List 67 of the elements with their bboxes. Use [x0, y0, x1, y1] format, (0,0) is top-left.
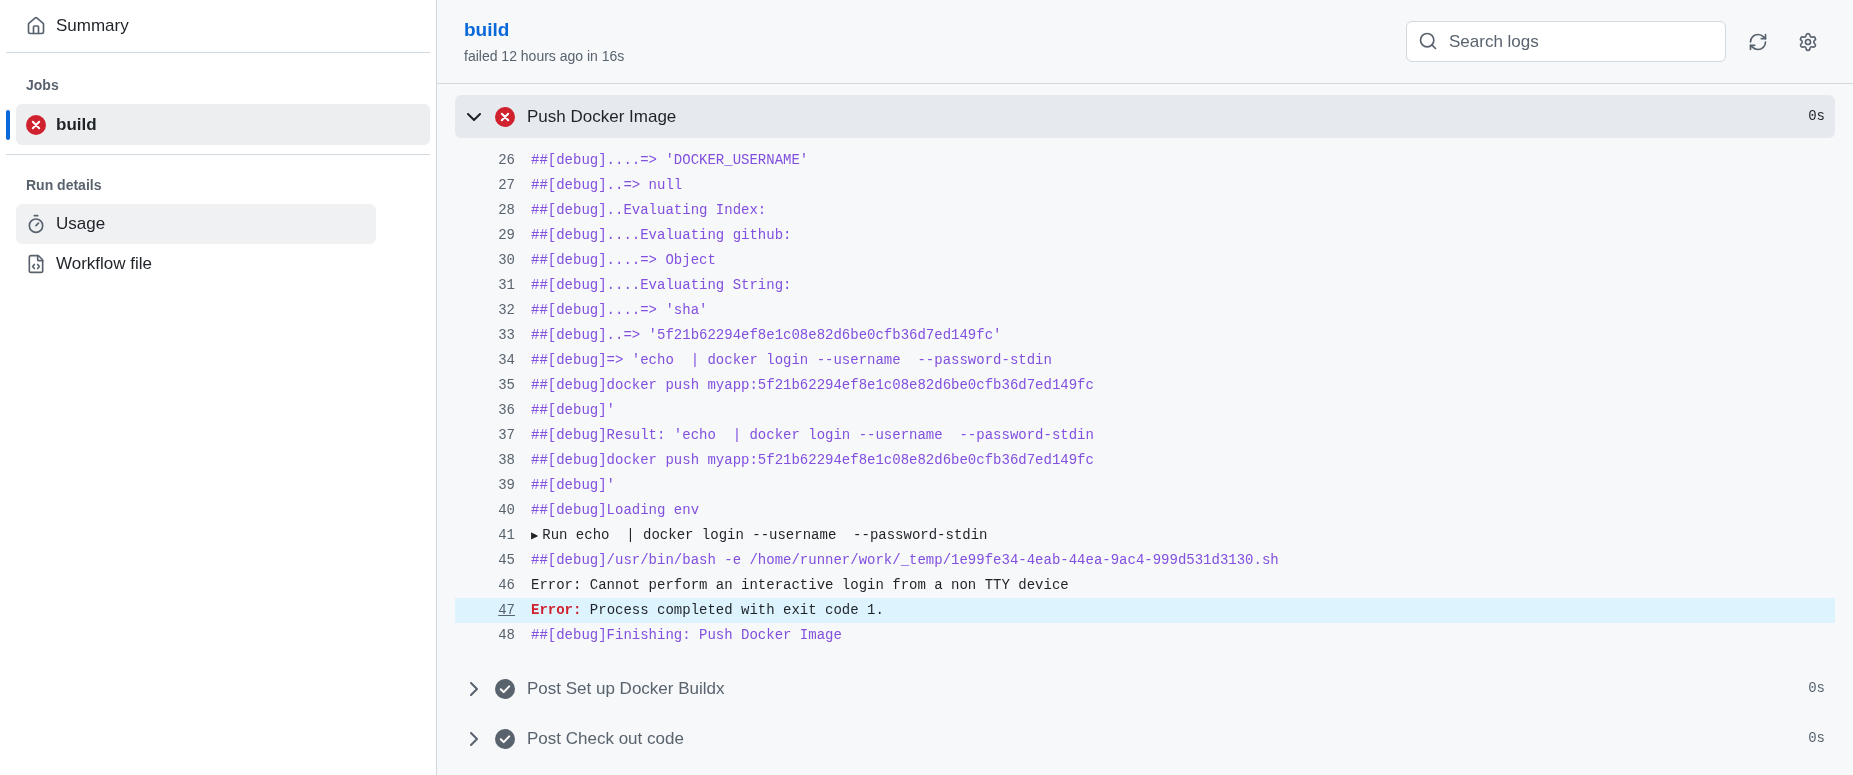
step-duration: 0s — [1808, 729, 1825, 748]
log-text: Error: Process completed with exit code 1. — [531, 601, 884, 620]
log-text: ##[debug]' — [531, 401, 615, 420]
step-header[interactable]: Post Set up Docker Buildx 0s — [455, 667, 1835, 710]
log-text: ##[debug]....Evaluating String: — [531, 276, 792, 295]
line-number[interactable]: 29 — [481, 225, 531, 246]
section-heading: Run details — [25, 176, 103, 195]
line-number[interactable]: 36 — [481, 400, 531, 421]
chevron-down-icon — [467, 112, 481, 121]
line-number[interactable]: 34 — [481, 350, 531, 371]
log-text: ##[debug]docker push myapp:5f21b62294ef8e1c08e82d6be0cfb36d7ed149fc — [531, 376, 1094, 395]
line-number[interactable]: 41 — [481, 525, 531, 546]
log-text: ##[debug]=> 'echo | docker login --username --password-stdin — [531, 351, 1052, 370]
log-text: Error: Cannot perform an interactive login from a non TTY device — [531, 576, 1069, 595]
chevron-right-icon — [470, 731, 478, 746]
line-number[interactable]: 45 — [481, 550, 531, 571]
line-number[interactable]: 39 — [481, 475, 531, 496]
line-number[interactable]: 32 — [481, 300, 531, 321]
search-icon — [1418, 31, 1438, 51]
file-code-icon — [26, 254, 46, 274]
stopwatch-icon — [26, 214, 46, 234]
step-name: Post Set up Docker Buildx — [527, 677, 726, 700]
line-number[interactable]: 27 — [481, 175, 531, 196]
home-icon — [26, 16, 46, 36]
line-number[interactable]: 38 — [481, 450, 531, 471]
log-text: ##[debug]....=> 'sha' — [531, 301, 708, 320]
log-text: ##[debug]..=> '5f21b62294ef8e1c08e82d6be0cfb36d7ed149fc' — [531, 326, 1002, 345]
line-number[interactable]: 47 — [481, 600, 531, 621]
line-number[interactable]: 35 — [481, 375, 531, 396]
line-number[interactable]: 30 — [481, 250, 531, 271]
refresh-icon — [1748, 31, 1768, 52]
line-number[interactable]: 37 — [481, 425, 531, 446]
log-group-toggle[interactable]: ▶ Run echo | docker login --username --password-stdin — [531, 525, 988, 546]
line-number[interactable]: 46 — [481, 575, 531, 596]
log-text: ##[debug]Loading env — [531, 501, 700, 520]
step-duration: 0s — [1808, 107, 1825, 126]
line-number[interactable]: 28 — [481, 200, 531, 221]
log-text: ##[debug]Result: 'echo | docker login --username --password-stdin — [531, 426, 1094, 445]
log-text: ##[debug]..Evaluating Index: — [531, 201, 767, 220]
search-field[interactable]: Search logs — [1406, 21, 1726, 62]
job-item[interactable]: build — [16, 104, 430, 145]
log-text: ##[debug]docker push myapp:5f21b62294ef8e1c08e82d6be0cfb36d7ed149fc — [531, 451, 1094, 470]
job-subtitle: failed 12 hours ago in 16s — [464, 47, 625, 67]
log-text: ##[debug]....=> Object — [531, 251, 716, 270]
log-text: ##[debug]....Evaluating github: — [531, 226, 792, 245]
step-name: Push Docker Image — [527, 105, 678, 128]
step-duration: 0s — [1808, 679, 1825, 698]
step-name: Post Check out code — [527, 727, 685, 750]
step-header[interactable]: Post Check out code 0s — [455, 717, 1835, 760]
sidebar-item[interactable]: Usage — [16, 204, 376, 244]
job-title[interactable]: build — [464, 15, 625, 45]
log-text: ##[debug]Finishing: Push Docker Image — [531, 626, 842, 645]
chevron-right-icon — [470, 681, 478, 696]
line-number[interactable]: 31 — [481, 275, 531, 296]
section-heading: Jobs — [25, 76, 60, 95]
step-header[interactable]: Push Docker Image 0s — [455, 95, 1835, 138]
summary-link[interactable]: Summary — [6, 8, 430, 44]
log-text: ##[debug]/usr/bin/bash -e /home/runner/work/_temp/1e99fe34-4eab-44ea-9ac4-999d531d3130.sh — [531, 551, 1279, 570]
log-text: ##[debug]' — [531, 476, 615, 495]
line-number[interactable]: 33 — [481, 325, 531, 346]
line-number[interactable]: 40 — [481, 500, 531, 521]
line-number[interactable]: 48 — [481, 625, 531, 646]
log-text: ##[debug]....=> 'DOCKER_USERNAME' — [531, 151, 809, 170]
log-text: ##[debug]..=> null — [531, 176, 683, 195]
line-number[interactable]: 26 — [481, 150, 531, 171]
sidebar-item[interactable]: Workflow file — [16, 244, 376, 284]
settings-icon — [1798, 31, 1818, 52]
